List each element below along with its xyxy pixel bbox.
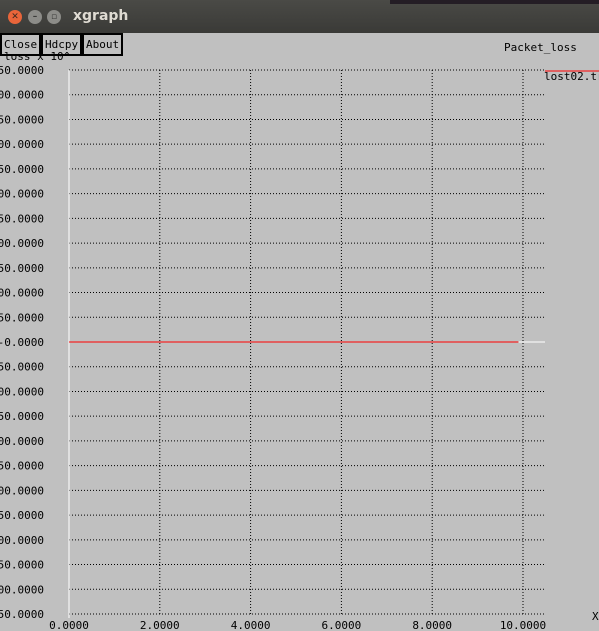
y-tick-label: -500.0000	[0, 583, 44, 596]
y-tick-label: -300.0000	[0, 484, 44, 497]
y-tick-label: -100.0000	[0, 385, 44, 398]
y-tick-label: -250.0000	[0, 460, 44, 473]
x-tick-label: 0.0000	[49, 619, 89, 631]
x-tick-label: 6.0000	[322, 619, 362, 631]
x-tick-label: 4.0000	[231, 619, 271, 631]
y-tick-label: 500.0000	[0, 89, 44, 102]
y-tick-label: 550.0000	[0, 64, 44, 77]
y-tick-label: -150.0000	[0, 410, 44, 423]
y-tick-label: -400.0000	[0, 534, 44, 547]
y-tick-label: 400.0000	[0, 138, 44, 151]
y-tick-label: 200.0000	[0, 237, 44, 250]
y-tick-label: 450.0000	[0, 113, 44, 126]
y-tick-label: -450.0000	[0, 559, 44, 572]
y-axis-label: loss x 10^	[4, 50, 71, 63]
x-tick-label: 10.0000	[500, 619, 546, 631]
y-tick-label: -50.0000	[0, 361, 44, 374]
y-tick-label: -200.0000	[0, 435, 44, 448]
y-tick-label: -550.0000	[0, 608, 44, 621]
y-tick-labels: 550.0000 500.0000 450.0000 400.0000 350.0000…	[0, 64, 44, 621]
y-tick-label: 250.0000	[0, 212, 44, 225]
y-tick-label: -0.0000	[0, 336, 44, 349]
x-tick-label: 2.0000	[140, 619, 180, 631]
y-tick-label: 100.0000	[0, 287, 44, 300]
series-group: lost02.tr	[69, 70, 599, 343]
y-tick-label: 300.0000	[0, 188, 44, 201]
x-tick-labels: 0.0000 2.0000 4.0000 6.0000 8.0000 10.0000	[49, 619, 546, 631]
legend-label: lost02.tr	[544, 70, 599, 83]
packet-loss-chart: 550.0000 500.0000 450.0000 400.0000 350.0000…	[0, 50, 599, 631]
y-tick-label: 350.0000	[0, 163, 44, 176]
y-tick-label: 50.0000	[0, 311, 44, 324]
y-tick-label: -350.0000	[0, 509, 44, 522]
x-axis-label: X	[592, 610, 599, 623]
y-tick-label: 150.0000	[0, 262, 44, 275]
x-tick-label: 8.0000	[412, 619, 452, 631]
